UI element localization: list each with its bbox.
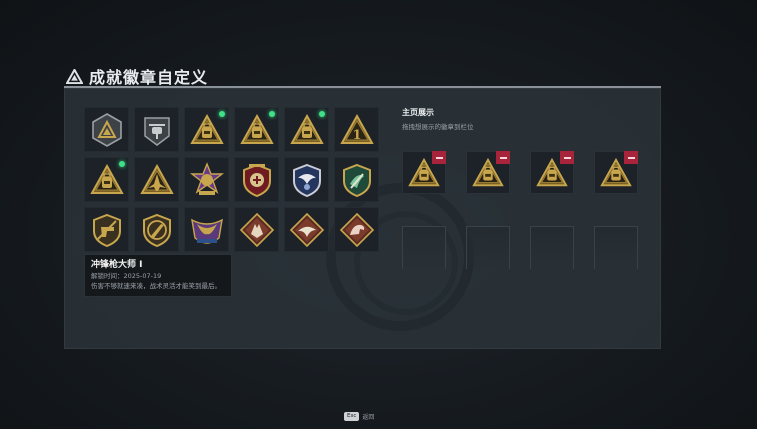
badge-slot[interactable]: [334, 207, 379, 252]
remove-badge-button[interactable]: [432, 151, 446, 164]
star-cross-crest-icon: [189, 161, 224, 195]
new-indicator: [219, 111, 225, 117]
red-shield-crest-icon: [242, 163, 271, 197]
badge-slot[interactable]: [134, 107, 179, 152]
backpack-badge-icon: [89, 163, 124, 194]
badge-slot[interactable]: [284, 107, 329, 152]
new-indicator: [319, 111, 325, 117]
badge-slot[interactable]: [234, 157, 279, 202]
new-indicator: [269, 111, 275, 117]
badge-tooltip: 冲锋枪大师 I 解锁时间：2025-07-19 伤害不够就速来凑，战术灵活才能笑…: [84, 254, 232, 297]
badge-slot[interactable]: [184, 107, 229, 152]
badge-panel: 1 冲锋枪大师 I 解锁时间：2025-07-19 伤害不够就速来凑，战术灵活才…: [64, 86, 661, 349]
badge-grid: 1: [84, 107, 379, 252]
back-label: 返回: [362, 414, 375, 421]
badge-slot[interactable]: [234, 107, 279, 152]
fighter-jet-badge-icon: [139, 163, 174, 194]
green-shield-crest-icon: [342, 163, 371, 197]
triangle-logo-icon: [66, 68, 83, 84]
no-pistol-shield-icon: [92, 213, 121, 247]
badge-slot[interactable]: 1: [334, 107, 379, 152]
tooltip-badge-name: 冲锋枪大师 I: [91, 260, 143, 270]
showcase-slot[interactable]: [466, 151, 510, 194]
badge-slot[interactable]: [284, 157, 329, 202]
esc-key[interactable]: Esc: [344, 412, 360, 421]
tooltip-description: 伤害不够就速来凑，战术灵活才能笑到最后。: [91, 282, 221, 290]
empty-showcase-slot[interactable]: [402, 226, 446, 269]
backpack-badge-icon: [189, 113, 224, 144]
badge-slot[interactable]: [234, 207, 279, 252]
badge-slot[interactable]: [134, 207, 179, 252]
remove-badge-button[interactable]: [624, 151, 638, 164]
badge-slot[interactable]: [184, 157, 229, 202]
badge-slot[interactable]: [84, 157, 129, 202]
empty-showcase-slot[interactable]: [466, 226, 510, 269]
tooltip-unlock-date: 解锁时间：2025-07-19: [91, 272, 162, 280]
wolf-diamond-icon: [239, 212, 274, 247]
badge-slot[interactable]: [334, 157, 379, 202]
hexagon-triangle-badge-icon: [91, 112, 122, 147]
remove-badge-button[interactable]: [560, 151, 574, 164]
badge-slot[interactable]: [284, 207, 329, 252]
blue-eagle-crest-icon: [292, 163, 321, 197]
page-header: 成就徽章自定义: [66, 64, 208, 88]
number-one-badge-icon: 1: [339, 113, 374, 144]
showcase-title: 主页展示: [402, 108, 434, 117]
badge-slot[interactable]: [134, 157, 179, 202]
dragon-diamond-icon: [339, 212, 374, 247]
page-title: 成就徽章自定义: [89, 68, 209, 87]
showcase-subtitle: 拖拽想展示的徽章到栏位: [402, 123, 474, 131]
empty-showcase-slot[interactable]: [594, 226, 638, 269]
remove-badge-button[interactable]: [496, 151, 510, 164]
showcase-slot[interactable]: [594, 151, 638, 194]
badge-slot[interactable]: [84, 107, 129, 152]
helicopter-badge-icon: [143, 116, 170, 146]
backpack-badge-icon: [239, 113, 274, 144]
eagle-wings-crest-icon: [190, 218, 223, 244]
no-knife-shield-icon: [142, 213, 171, 247]
bird-diamond-icon: [289, 212, 324, 247]
badge-slot[interactable]: [184, 207, 229, 252]
backpack-badge-icon: [289, 113, 324, 144]
new-indicator: [119, 161, 125, 167]
badge-slot[interactable]: [84, 207, 129, 252]
footer-hint[interactable]: Esc 返回: [344, 412, 374, 421]
svg-text:1: 1: [352, 128, 361, 143]
showcase-slot[interactable]: [402, 151, 446, 194]
empty-showcase-slot[interactable]: [530, 226, 574, 269]
showcase-slot[interactable]: [530, 151, 574, 194]
